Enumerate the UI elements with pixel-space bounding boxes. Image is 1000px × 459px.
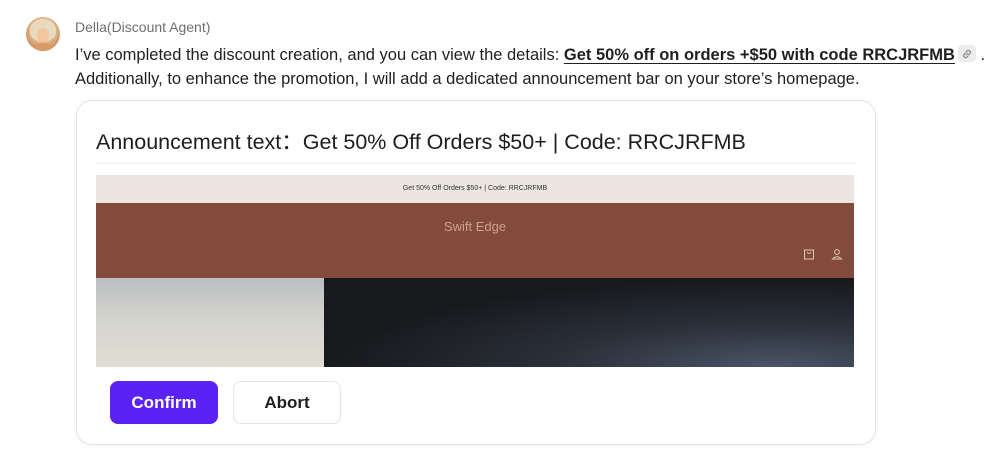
announcement-card: Announcement text：Get 50% Off Orders $50… bbox=[76, 100, 876, 445]
message-text: I’ve completed the discount creation, an… bbox=[75, 46, 564, 64]
announcement-bar: Get 50% Off Orders $50+ | Code: RRCJRFMB bbox=[96, 175, 854, 203]
divider bbox=[96, 163, 855, 164]
agent-avatar bbox=[26, 17, 60, 51]
link-icon[interactable] bbox=[957, 45, 976, 62]
store-name: Swift Edge bbox=[443, 219, 507, 234]
hero-image-left bbox=[96, 278, 324, 367]
store-preview: Get 50% Off Orders $50+ | Code: RRCJRFMB… bbox=[96, 175, 854, 367]
sender-name: Della(Discount Agent) bbox=[75, 19, 211, 35]
message-text-line2: Additionally, to enhance the promotion, … bbox=[75, 70, 860, 88]
message-text-end: . bbox=[975, 46, 986, 64]
message-body: I’ve completed the discount creation, an… bbox=[75, 43, 995, 91]
store-header: Swift Edge bbox=[96, 203, 854, 278]
abort-button[interactable]: Abort bbox=[233, 381, 341, 424]
card-title: Announcement text：Get 50% Off Orders $50… bbox=[96, 130, 746, 154]
hero-image-right bbox=[324, 278, 854, 367]
discount-link[interactable]: Get 50% off on orders +$50 with code RRC… bbox=[564, 46, 955, 64]
confirm-button[interactable]: Confirm bbox=[110, 381, 218, 424]
user-icon bbox=[831, 247, 843, 265]
bag-icon bbox=[803, 247, 815, 265]
